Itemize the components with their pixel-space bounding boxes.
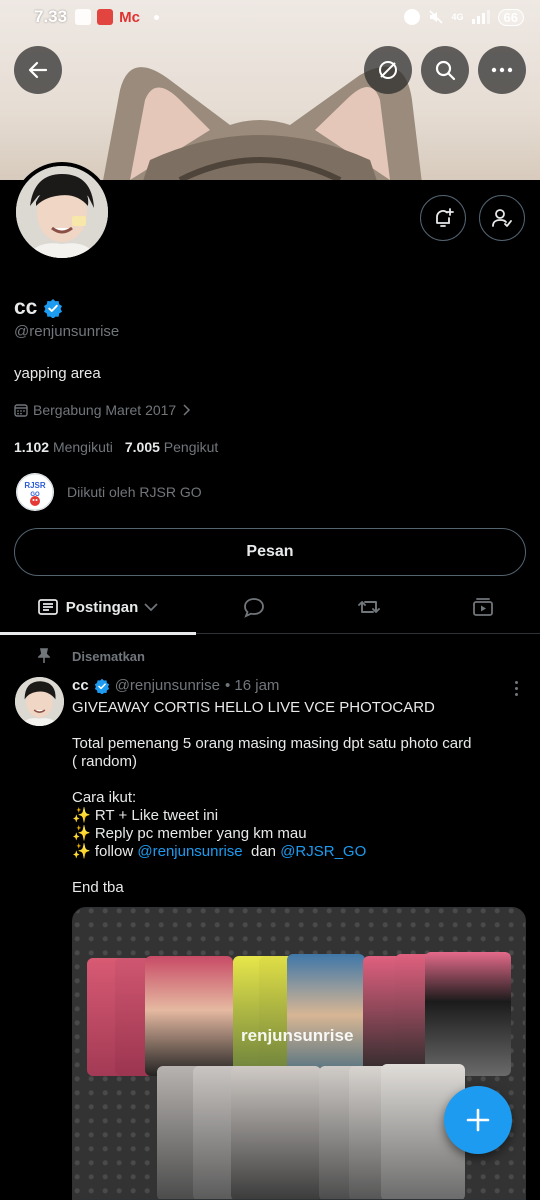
tab-media[interactable] bbox=[426, 580, 540, 634]
calendar-icon bbox=[14, 404, 28, 417]
followers-link[interactable]: 7.005 Pengikut bbox=[125, 439, 218, 455]
post-line: ✨ follow @renjunsunrise dan @RJSR_GO bbox=[72, 843, 522, 861]
back-button[interactable] bbox=[14, 46, 62, 94]
profile-name-row: cc bbox=[14, 296, 63, 320]
more-options-button[interactable] bbox=[478, 46, 526, 94]
follow-stats: 1.102 Mengikuti 7.005 Pengikut bbox=[14, 439, 218, 455]
joined-date: Bergabung Maret 2017 bbox=[33, 402, 177, 418]
followed-by-text: Diikuti oleh RJSR GO bbox=[67, 484, 202, 500]
chevron-right-icon bbox=[183, 404, 191, 416]
person-check-icon bbox=[492, 209, 512, 227]
following-count: 1.102 bbox=[14, 439, 50, 455]
mute-icon bbox=[428, 10, 443, 24]
carrier-glyph: Mc bbox=[119, 8, 140, 26]
profile-bio: yapping area bbox=[14, 365, 101, 382]
pin-icon bbox=[38, 648, 50, 663]
rjsr-go-logo: RJSR GO bbox=[16, 473, 54, 511]
tab-reposts[interactable] bbox=[312, 580, 426, 634]
pinned-indicator: Disematkan bbox=[38, 648, 145, 664]
post-line: Total pemenang 5 orang masing masing dpt… bbox=[72, 735, 472, 752]
battery-indicator: 66 bbox=[497, 8, 524, 26]
post-line: GIVEAWAY CORTIS HELLO LIVE VCE PHOTOCARD bbox=[72, 699, 435, 716]
notify-button[interactable] bbox=[420, 195, 466, 241]
app-notification-icon bbox=[97, 9, 114, 25]
chat-notification-icon bbox=[75, 9, 92, 25]
tab-posts[interactable]: Postingan bbox=[0, 580, 196, 635]
photocard bbox=[145, 956, 233, 1076]
following-label: Mengikuti bbox=[52, 439, 113, 455]
post-text-segment: ✨ follow bbox=[72, 843, 138, 860]
repost-icon bbox=[358, 601, 380, 613]
pinned-label: Disematkan bbox=[72, 648, 145, 664]
profile-avatar[interactable] bbox=[12, 162, 112, 262]
media-icon bbox=[473, 598, 493, 616]
post-line: ✨ RT + Like tweet ini bbox=[72, 807, 219, 824]
chevron-down-icon[interactable] bbox=[144, 602, 158, 612]
more-notifications-dot bbox=[153, 14, 159, 20]
search-icon bbox=[435, 60, 456, 81]
post-time[interactable]: • 16 jam bbox=[225, 677, 279, 694]
arrow-left-icon bbox=[28, 61, 48, 79]
network-type: 4G bbox=[451, 11, 464, 22]
compose-fab-button[interactable] bbox=[444, 1086, 512, 1154]
mention-link[interactable]: @renjunsunrise bbox=[137, 843, 242, 860]
followers-label: Pengikut bbox=[163, 439, 219, 455]
post-line: End tba bbox=[72, 879, 124, 896]
status-bar: 7.33 Mc 4G 66 bbox=[0, 0, 540, 34]
bell-plus-icon bbox=[436, 208, 454, 227]
following-button[interactable] bbox=[479, 195, 525, 241]
verified-badge-icon[interactable] bbox=[94, 678, 110, 694]
verified-badge-icon[interactable] bbox=[43, 298, 63, 318]
post-more-button[interactable] bbox=[506, 678, 526, 698]
display-name: cc bbox=[14, 296, 38, 319]
followed-by-row[interactable]: RJSR GO Diikuti oleh RJSR GO bbox=[16, 473, 202, 511]
posts-icon bbox=[37, 599, 58, 615]
search-button[interactable] bbox=[421, 46, 469, 94]
more-icon bbox=[491, 67, 513, 73]
post-avatar-photo bbox=[15, 677, 64, 726]
unlink-icon bbox=[379, 61, 397, 79]
post-author-avatar[interactable] bbox=[15, 677, 64, 726]
followed-by-avatar: RJSR GO bbox=[16, 473, 54, 511]
status-time: 7.33 bbox=[34, 7, 68, 26]
dnd-icon bbox=[403, 9, 420, 25]
post-image[interactable]: renjunsunrise bbox=[72, 907, 526, 1200]
reply-icon bbox=[244, 598, 264, 618]
post-line: Cara ikut: bbox=[72, 789, 137, 806]
image-watermark: renjunsunrise bbox=[241, 1026, 354, 1045]
svg-text:RJSR: RJSR bbox=[24, 481, 46, 490]
post-header: cc @renjunsunrise • 16 jam bbox=[72, 677, 279, 694]
post-author-name[interactable]: cc bbox=[72, 677, 89, 694]
post-text-segment: dan bbox=[242, 843, 281, 860]
plus-icon bbox=[466, 1108, 490, 1132]
photocard bbox=[425, 952, 511, 1076]
message-button[interactable]: Pesan bbox=[14, 528, 526, 576]
photocard bbox=[287, 954, 365, 1076]
photocard bbox=[231, 1066, 321, 1199]
unlink-button[interactable] bbox=[364, 46, 412, 94]
tab-replies[interactable] bbox=[196, 580, 312, 634]
post-line: ( random) bbox=[72, 753, 138, 770]
followers-count: 7.005 bbox=[124, 439, 160, 455]
following-link[interactable]: 1.102 Mengikuti bbox=[14, 439, 113, 455]
mention-link[interactable]: @RJSR_GO bbox=[280, 843, 366, 860]
avatar-photo bbox=[16, 166, 108, 258]
profile-tabs: Postingan bbox=[0, 580, 540, 635]
tab-posts-label: Postingan bbox=[65, 598, 139, 616]
post-line: ✨ Reply pc member yang km mau bbox=[72, 825, 307, 842]
joined-date-row[interactable]: Bergabung Maret 2017 bbox=[14, 402, 191, 418]
post-author-handle[interactable]: @renjunsunrise bbox=[115, 677, 220, 694]
profile-handle: @renjunsunrise bbox=[14, 323, 120, 340]
signal-icon bbox=[471, 10, 490, 24]
post-text[interactable]: GIVEAWAY CORTIS HELLO LIVE VCE PHOTOCARD… bbox=[72, 699, 522, 897]
